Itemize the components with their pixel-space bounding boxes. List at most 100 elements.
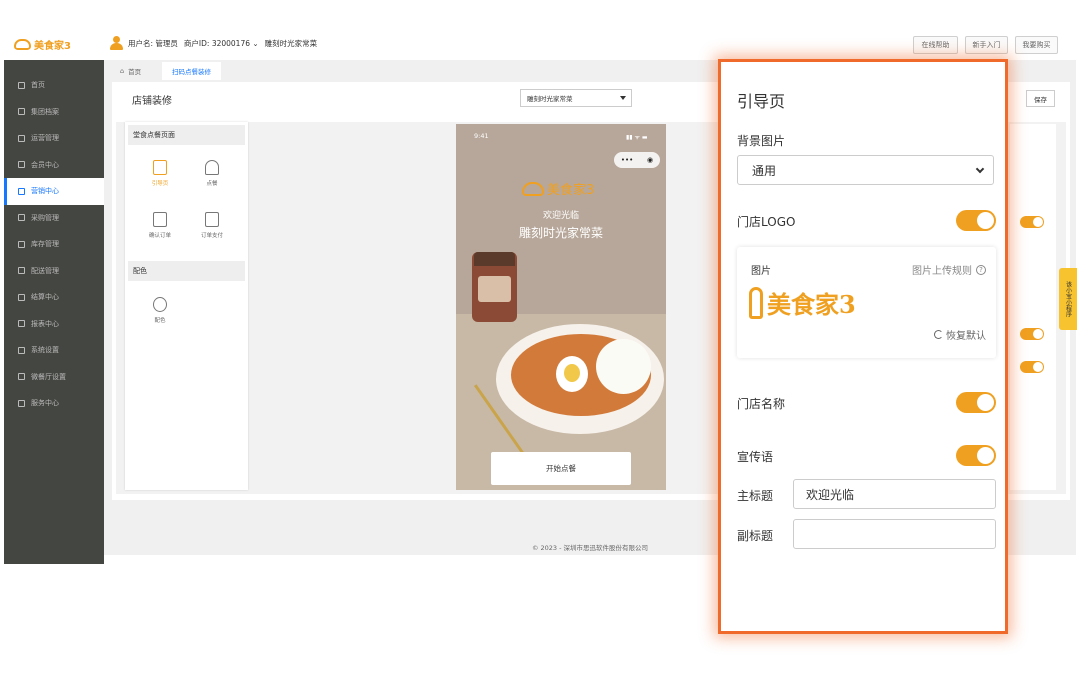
brand-logo[interactable]: 美食家3	[14, 37, 71, 52]
start-order-button[interactable]: 开始点餐	[491, 452, 631, 485]
sidebar-item-label: 运营管理	[31, 134, 59, 143]
sidebar-item-mini-restaurant[interactable]: 微餐厅设置	[4, 364, 104, 391]
coin-icon	[18, 293, 25, 301]
user-name: 用户名: 管理员	[128, 38, 178, 48]
buy-button[interactable]: 我要购买	[1015, 36, 1058, 54]
brand-name: 美食家3	[34, 41, 71, 52]
close-icon[interactable]: ◉	[647, 156, 653, 164]
store-select-value: 雕刻时光家常菜	[527, 95, 573, 103]
toggle-switch[interactable]	[1020, 216, 1044, 228]
sidebar-item-marketing[interactable]: 营销中心	[4, 178, 104, 205]
help-icon[interactable]: ?	[976, 264, 986, 275]
jar-label	[478, 276, 511, 302]
chevron-down-icon	[975, 164, 985, 174]
merchant-id[interactable]: 商户ID: 32000176 ⌄	[184, 38, 259, 49]
bg-image-select[interactable]: 通用	[737, 155, 994, 185]
wallet-icon	[205, 212, 219, 227]
sidebar-item-reports[interactable]: 报表中心	[4, 311, 104, 338]
sidebar-item-settlement[interactable]: 结算中心	[4, 284, 104, 311]
sidebar-item-purchase[interactable]: 采购管理	[4, 205, 104, 232]
more-icon[interactable]: •••	[621, 156, 633, 164]
sidebar-item-system-settings[interactable]: 系统设置	[4, 337, 104, 364]
edit-icon	[18, 187, 25, 195]
box-icon	[18, 240, 25, 248]
caret-down-icon	[620, 96, 626, 100]
panel-title: 引导页	[737, 92, 786, 111]
user-info: 用户名: 管理员 商户ID: 32000176 ⌄ 雕刻时光家常菜	[110, 36, 317, 50]
slogan-label: 宣传语	[737, 450, 774, 464]
sidebar-item-home[interactable]: 首页	[4, 72, 104, 99]
cloud-icon	[14, 39, 31, 50]
tab-scan-order-decor[interactable]: 扫码点餐装修	[162, 62, 221, 80]
store-select[interactable]: 雕刻时光家常菜	[520, 89, 632, 107]
beginner-guide-button[interactable]: 新手入门	[965, 36, 1008, 54]
phone-preview: 9:41 ▮▮ ᯤ ▬ ••• ◉ 美食家3 欢迎光临 雕刻时光家常菜 开始点餐	[456, 124, 666, 490]
refresh-icon	[934, 330, 943, 339]
save-button[interactable]: 保存	[1026, 90, 1055, 107]
tab-home[interactable]: ⌂ 首页	[110, 62, 151, 80]
main-title-label: 主标题	[737, 489, 774, 503]
sidebar-item-label: 结算中心	[31, 293, 59, 302]
store-logo-label: 门店LOGO	[737, 215, 796, 229]
sidebar-item-label: 营销中心	[31, 187, 59, 196]
chart-icon	[18, 134, 25, 142]
cloud-icon	[522, 181, 544, 196]
component-order[interactable]: 点餐	[187, 160, 237, 187]
store-name-toggle[interactable]	[956, 392, 996, 413]
home-icon	[18, 81, 25, 89]
report-icon	[18, 320, 25, 328]
home-icon: ⌂	[120, 67, 125, 75]
sidebar-item-group-archive[interactable]: 集团档案	[4, 99, 104, 126]
tab-label: 首页	[128, 68, 142, 76]
slogan-toggle[interactable]	[956, 445, 996, 466]
component-label: 订单支付	[200, 233, 223, 239]
mini-program-side-tag[interactable]: 该小宝小程序	[1059, 268, 1077, 330]
fork-icon	[18, 373, 25, 381]
cloud-icon	[749, 286, 763, 319]
user-icon	[110, 36, 123, 50]
logo-preview-image[interactable]: 美食家3	[749, 285, 856, 320]
sub-title-label: 副标题	[737, 529, 774, 543]
card-icon	[18, 161, 25, 169]
toggle-switch[interactable]	[1020, 328, 1044, 340]
yolk-image	[564, 364, 580, 382]
phone-brand-logo: 美食家3	[522, 179, 594, 198]
sidebar-item-label: 系统设置	[31, 346, 59, 355]
sidebar-item-members[interactable]: 会员中心	[4, 152, 104, 179]
bg-image-value: 通用	[752, 163, 777, 178]
main-title-input[interactable]	[793, 479, 996, 509]
sidebar-item-label: 报表中心	[31, 319, 59, 328]
section-color-scheme: 配色	[128, 261, 245, 281]
service-icon	[18, 399, 25, 407]
palette-icon	[153, 297, 167, 312]
sidebar-item-delivery[interactable]: 配送管理	[4, 258, 104, 285]
sidebar-item-label: 会员中心	[31, 160, 59, 169]
component-color-scheme[interactable]: 配色	[135, 297, 185, 324]
mini-program-capsule[interactable]: ••• ◉	[614, 152, 660, 168]
toggle-switch[interactable]	[1020, 361, 1044, 373]
component-panel: 堂食点餐页面 引导页 点餐 确认订单 订单支付 配色 配色	[125, 122, 248, 490]
signal-wifi-battery-icon: ▮▮ ᯤ ▬	[626, 134, 648, 141]
restore-label: 恢复默认	[946, 331, 986, 342]
logo-preview-text: 美食家3	[767, 290, 856, 319]
upload-rule-link[interactable]: 图片上传规则?	[912, 262, 986, 277]
phone-welcome-text: 欢迎光临	[542, 211, 579, 221]
sidebar-item-inventory[interactable]: 库存管理	[4, 231, 104, 258]
sub-title-input[interactable]	[793, 519, 996, 549]
store-logo-toggle[interactable]	[956, 210, 996, 231]
logo-upload-card: 图片 图片上传规则? 美食家3 恢复默认	[737, 247, 996, 358]
sidebar-item-label: 首页	[31, 81, 45, 90]
bg-image-label: 背景图片	[737, 134, 786, 148]
sidebar-item-service[interactable]: 服务中心	[4, 390, 104, 417]
logo-image-label: 图片	[751, 266, 771, 277]
phone-time: 9:41	[474, 132, 489, 140]
online-help-button[interactable]: 在线帮助	[913, 36, 958, 54]
component-order-payment[interactable]: 订单支付	[187, 212, 237, 239]
component-guide-page[interactable]: 引导页	[135, 160, 185, 187]
sidebar-item-operations[interactable]: 运营管理	[4, 125, 104, 152]
sidebar-item-label: 采购管理	[31, 213, 59, 222]
settings-panel-background	[1010, 124, 1056, 490]
component-label: 点餐	[206, 181, 218, 187]
component-confirm-order[interactable]: 确认订单	[135, 212, 185, 239]
restore-default-button[interactable]: 恢复默认	[934, 327, 986, 342]
